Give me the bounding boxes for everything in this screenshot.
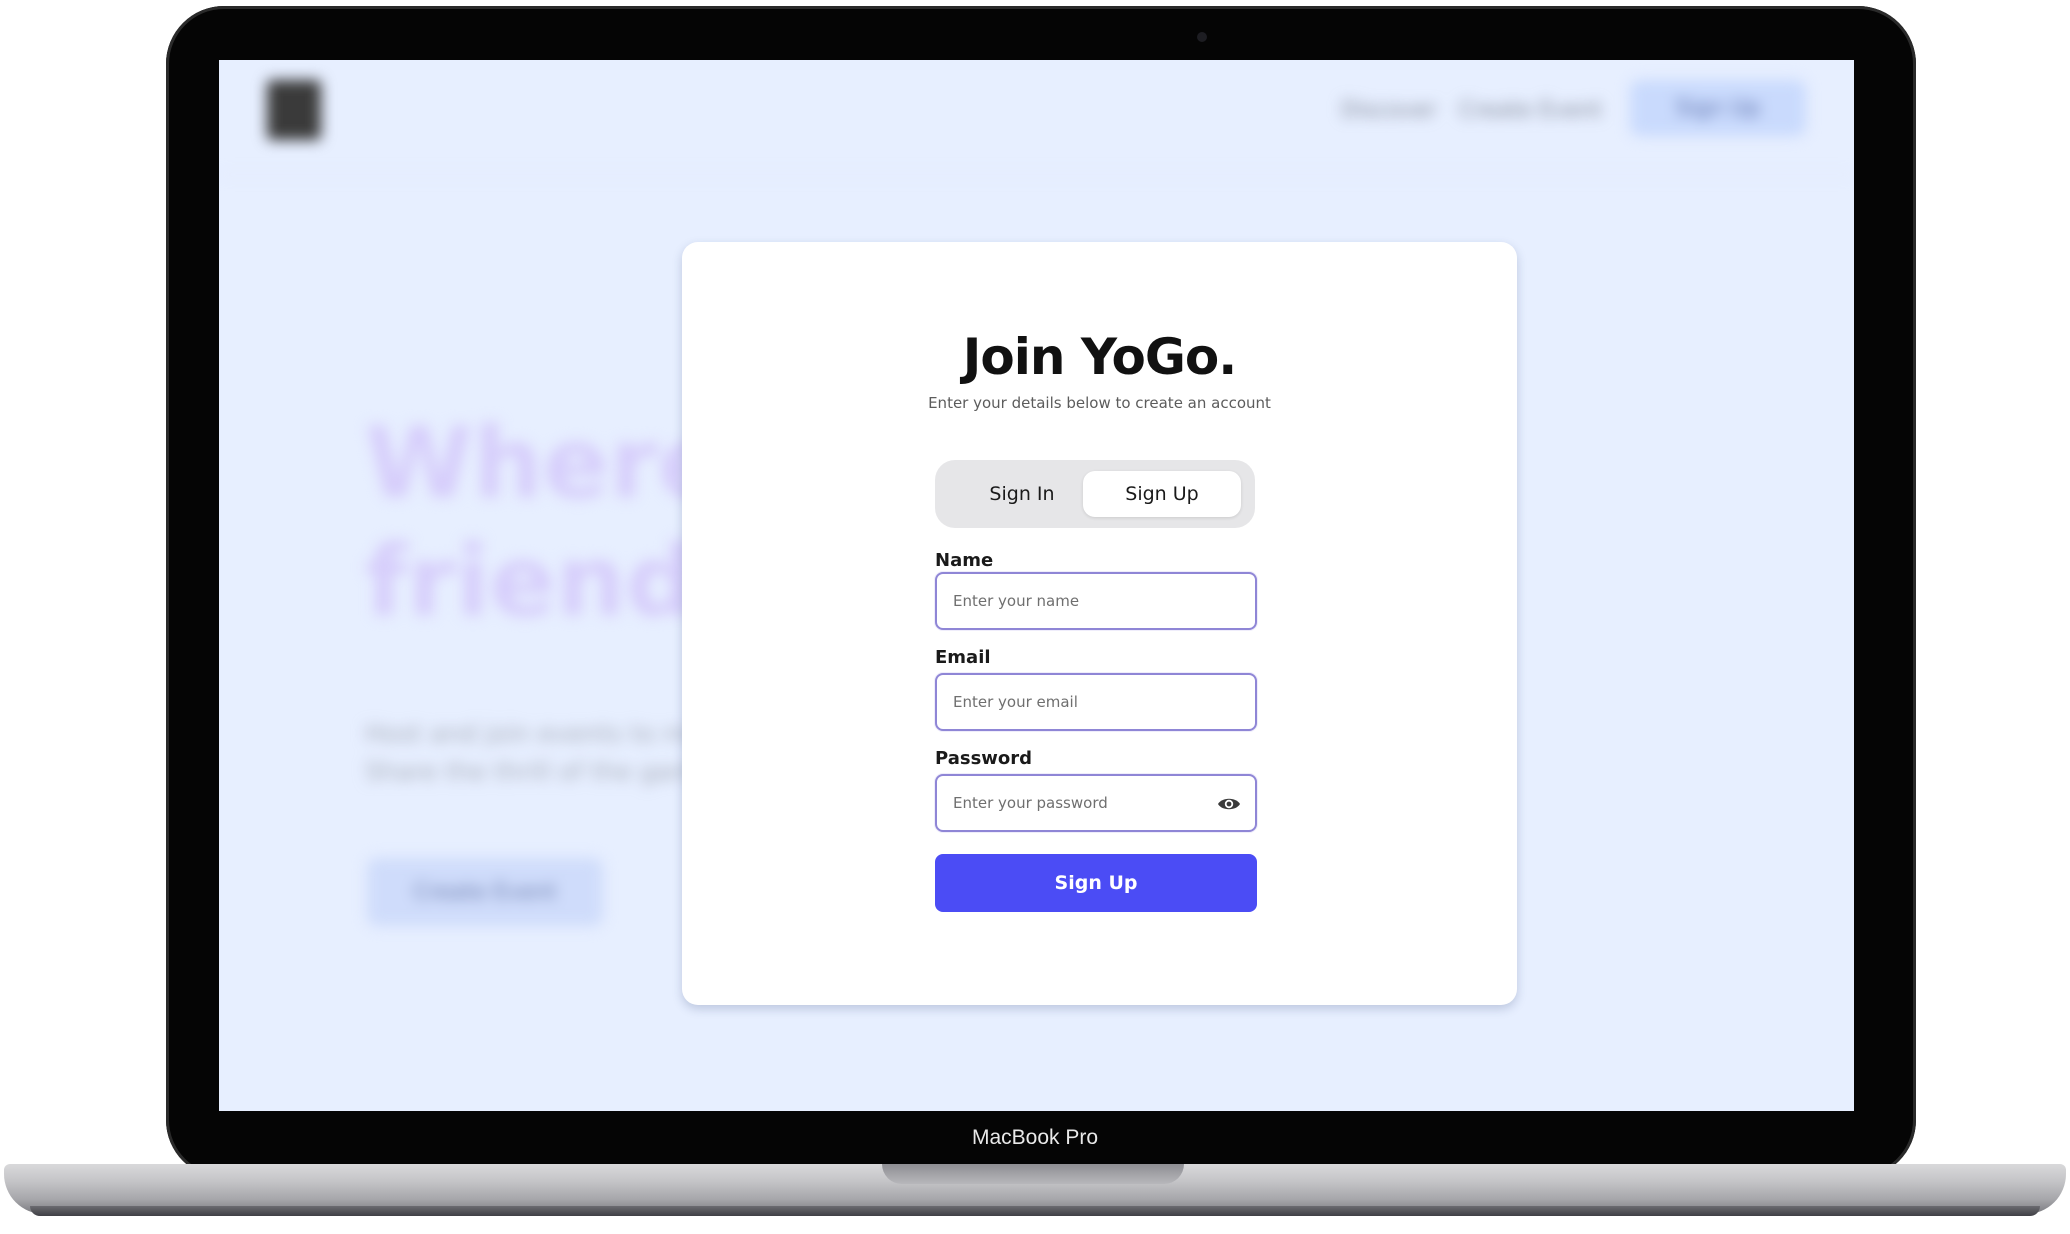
logo-icon [267,80,321,140]
nav-link-discover[interactable]: Discover [1341,98,1437,123]
tab-sign-in[interactable]: Sign In [949,471,1095,517]
sign-up-button[interactable]: Sign Up [935,854,1257,912]
email-label: Email [935,647,991,668]
password-label: Password [935,748,1033,769]
name-label: Name [935,550,994,571]
email-field-box [935,673,1257,731]
password-field[interactable] [953,776,1213,830]
name-field[interactable] [953,574,1213,628]
laptop-base-lip [30,1206,2040,1216]
email-field[interactable] [953,675,1213,729]
nav-link-create-event[interactable]: Create Event [1459,98,1602,123]
auth-card: Join YoGo. Enter your details below to c… [682,242,1517,1005]
tab-sign-up[interactable]: Sign Up [1083,471,1241,517]
background-navbar: Discover Create Event Sign Up [219,60,1854,175]
password-field-box [935,774,1257,832]
create-event-button[interactable]: Create Event [367,858,603,926]
auth-mode-toggle: Sign In Sign Up [935,460,1255,528]
eye-icon[interactable] [1217,794,1241,814]
laptop-base-notch [882,1164,1184,1184]
name-field-box [935,572,1257,630]
auth-title: Join YoGo. [962,328,1237,386]
auth-subtitle: Enter your details below to create an ac… [928,394,1271,412]
camera-icon [1197,32,1207,42]
nav-sign-up-button[interactable]: Sign Up [1630,80,1806,136]
device-label: MacBook Pro [971,1126,1099,1149]
screen: Discover Create Event Sign Up Where f fr… [219,60,1854,1111]
